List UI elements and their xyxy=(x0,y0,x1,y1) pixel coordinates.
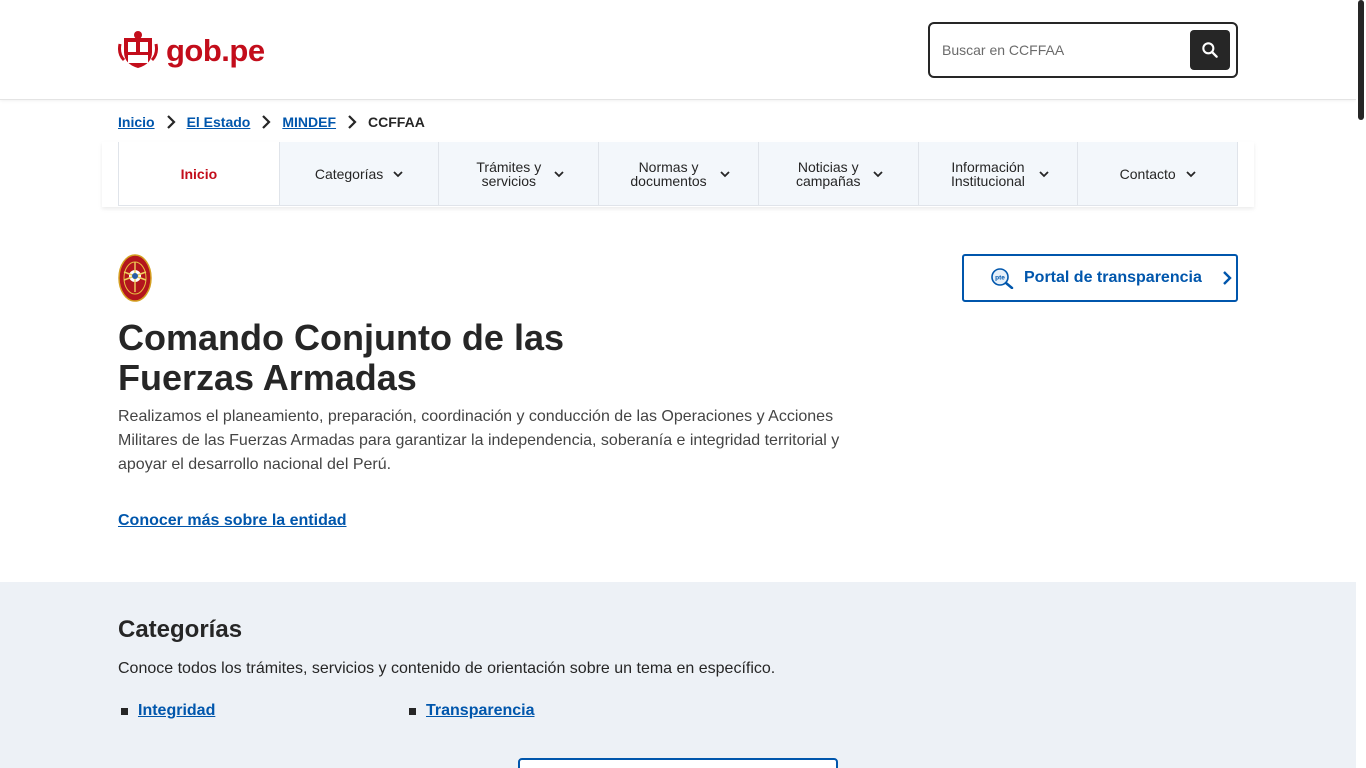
gob-pe-logo[interactable]: gob.pe xyxy=(118,30,265,70)
category-link-integridad[interactable]: Integridad xyxy=(138,702,215,720)
nav-item-contacto[interactable]: Contacto xyxy=(1077,142,1238,205)
nav-item-noticias[interactable]: Noticias y campañas xyxy=(757,142,918,205)
chevron-down-icon xyxy=(719,170,730,177)
chevron-down-icon xyxy=(393,170,403,177)
peru-shield-icon xyxy=(118,31,158,68)
svg-text:pte: pte xyxy=(995,275,1005,282)
breadcrumb-el-estado[interactable]: El Estado xyxy=(187,114,251,130)
chevron-right-icon xyxy=(336,115,368,129)
nav-item-categorias[interactable]: Categorías xyxy=(278,142,439,205)
site-header: gob.pe xyxy=(0,0,1356,100)
bullet-icon xyxy=(409,707,416,715)
category-link-transparencia[interactable]: Transparencia xyxy=(426,702,535,720)
nav-item-informacion[interactable]: Información Institucional xyxy=(917,142,1078,205)
bullet-icon xyxy=(121,707,128,715)
categories-title: Categorías xyxy=(118,616,243,643)
logo-text: gob.pe xyxy=(166,32,265,68)
chevron-right-icon xyxy=(155,115,187,129)
nav-item-label: Inicio xyxy=(180,165,218,182)
nav-item-label: Contacto xyxy=(1119,165,1176,182)
search-button[interactable] xyxy=(1190,30,1230,70)
categories-list: Integridad Transparencia xyxy=(118,702,694,720)
chevron-right-icon xyxy=(1222,271,1232,285)
nav-item-label: Información Institucional xyxy=(950,158,1025,189)
search-box xyxy=(928,22,1238,78)
breadcrumb-mindef[interactable]: MINDEF xyxy=(282,114,336,130)
main-nav: Inicio Categorías Trámites y servicios N… xyxy=(118,142,1238,206)
nav-item-normas[interactable]: Normas y documentos xyxy=(598,142,758,205)
list-item: Transparencia xyxy=(406,702,694,720)
transparency-portal-label: Portal de transparencia xyxy=(1024,269,1202,286)
list-item: Integridad xyxy=(118,702,406,720)
chevron-down-icon xyxy=(1186,170,1196,177)
nav-item-inicio[interactable]: Inicio xyxy=(119,142,279,205)
transparency-portal-button[interactable]: pte Portal de transparencia xyxy=(962,254,1238,302)
categories-description: Conoce todos los trámites, servicios y c… xyxy=(118,660,776,677)
nav-item-label: Normas y documentos xyxy=(630,158,707,189)
breadcrumb-inicio[interactable]: Inicio xyxy=(118,114,155,130)
page-description: Realizamos el planeamiento, preparación,… xyxy=(118,408,840,473)
main-nav-container: Inicio Categorías Trámites y servicios N… xyxy=(102,142,1254,207)
transparency-search-icon: pte xyxy=(991,268,1014,289)
search-input[interactable] xyxy=(942,38,1182,62)
nav-item-label: Categorías xyxy=(314,165,384,182)
categories-section: Categorías Conoce todos los trámites, se… xyxy=(0,582,1356,768)
search-icon xyxy=(1202,42,1218,58)
ccffaa-emblem-icon xyxy=(118,254,152,302)
more-about-entity-link[interactable]: Conocer más sobre la entidad xyxy=(118,512,347,530)
chevron-down-icon xyxy=(1039,170,1049,177)
nav-item-tramites[interactable]: Trámites y servicios xyxy=(438,142,599,205)
breadcrumb: Inicio El Estado MINDEF CCFFAA xyxy=(118,112,425,132)
scrollbar-thumb[interactable] xyxy=(1358,0,1364,120)
nav-item-label: Trámites y servicios xyxy=(476,158,542,189)
categories-more-button[interactable] xyxy=(518,758,838,768)
chevron-down-icon xyxy=(873,170,883,177)
chevron-down-icon xyxy=(554,170,564,177)
nav-item-label: Noticias y campañas xyxy=(795,158,861,189)
chevron-right-icon xyxy=(250,115,282,129)
breadcrumb-current: CCFFAA xyxy=(368,114,425,130)
page-title: Comando Conjunto de las Fuerzas Armadas xyxy=(118,317,564,398)
